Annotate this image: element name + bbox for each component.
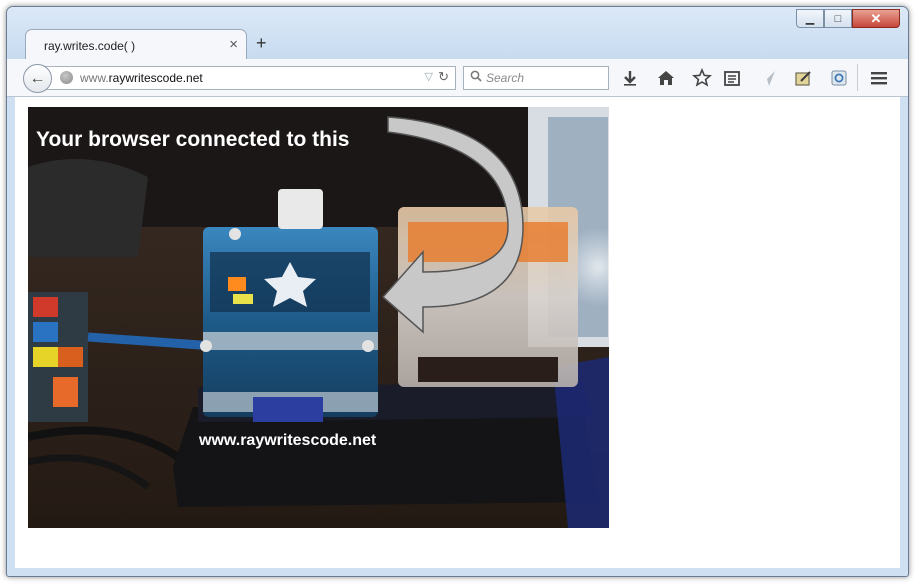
toolbar-separator xyxy=(857,64,858,91)
maximize-button[interactable]: □ xyxy=(824,9,852,28)
navigation-toolbar: www.raywritescode.net ▽ ↻ ← Search xyxy=(7,59,908,97)
browser-window: ▁ □ ✕ ray.writes.code( ) × + www.raywrit… xyxy=(6,6,909,577)
tab-active[interactable]: ray.writes.code( ) × xyxy=(25,29,247,62)
globe-icon xyxy=(60,71,73,84)
reload-icon[interactable]: ↻ xyxy=(438,69,449,85)
url-text: www.raywritescode.net xyxy=(80,71,203,85)
photo-scene xyxy=(28,107,609,528)
close-window-button[interactable]: ✕ xyxy=(852,9,900,28)
tab-title: ray.writes.code( ) xyxy=(44,39,136,53)
search-placeholder: Search xyxy=(486,71,525,85)
photo-caption: Your browser connected to this xyxy=(36,128,350,151)
reading-list-icon[interactable] xyxy=(722,68,742,88)
url-bar[interactable]: www.raywritescode.net ▽ ↻ xyxy=(42,66,456,90)
minimize-button[interactable]: ▁ xyxy=(796,9,824,28)
photo-site-url: www.raywritescode.net xyxy=(199,432,377,449)
search-input[interactable]: Search xyxy=(463,66,609,90)
bookmark-star-icon[interactable] xyxy=(692,68,712,88)
home-icon[interactable] xyxy=(656,68,676,88)
new-tab-button[interactable]: + xyxy=(256,33,267,54)
menu-icon[interactable] xyxy=(869,68,889,88)
title-bar: ▁ □ ✕ ray.writes.code( ) × + xyxy=(7,7,908,62)
tab-close-icon[interactable]: × xyxy=(229,36,238,53)
search-icon xyxy=(470,70,482,82)
url-dropdown-icon[interactable]: ▽ xyxy=(425,70,433,83)
extension-icon[interactable] xyxy=(829,68,849,88)
download-icon[interactable] xyxy=(620,68,640,88)
raspberry-pi-photo: Your browser connected to this www.raywr… xyxy=(28,107,609,528)
notes-icon[interactable] xyxy=(793,68,813,88)
window-controls: ▁ □ ✕ xyxy=(796,9,900,28)
back-arrow-icon: ← xyxy=(29,69,46,87)
back-button[interactable]: ← xyxy=(23,64,52,93)
send-icon[interactable] xyxy=(758,68,778,88)
page-content: Your browser connected to this www.raywr… xyxy=(15,97,900,568)
